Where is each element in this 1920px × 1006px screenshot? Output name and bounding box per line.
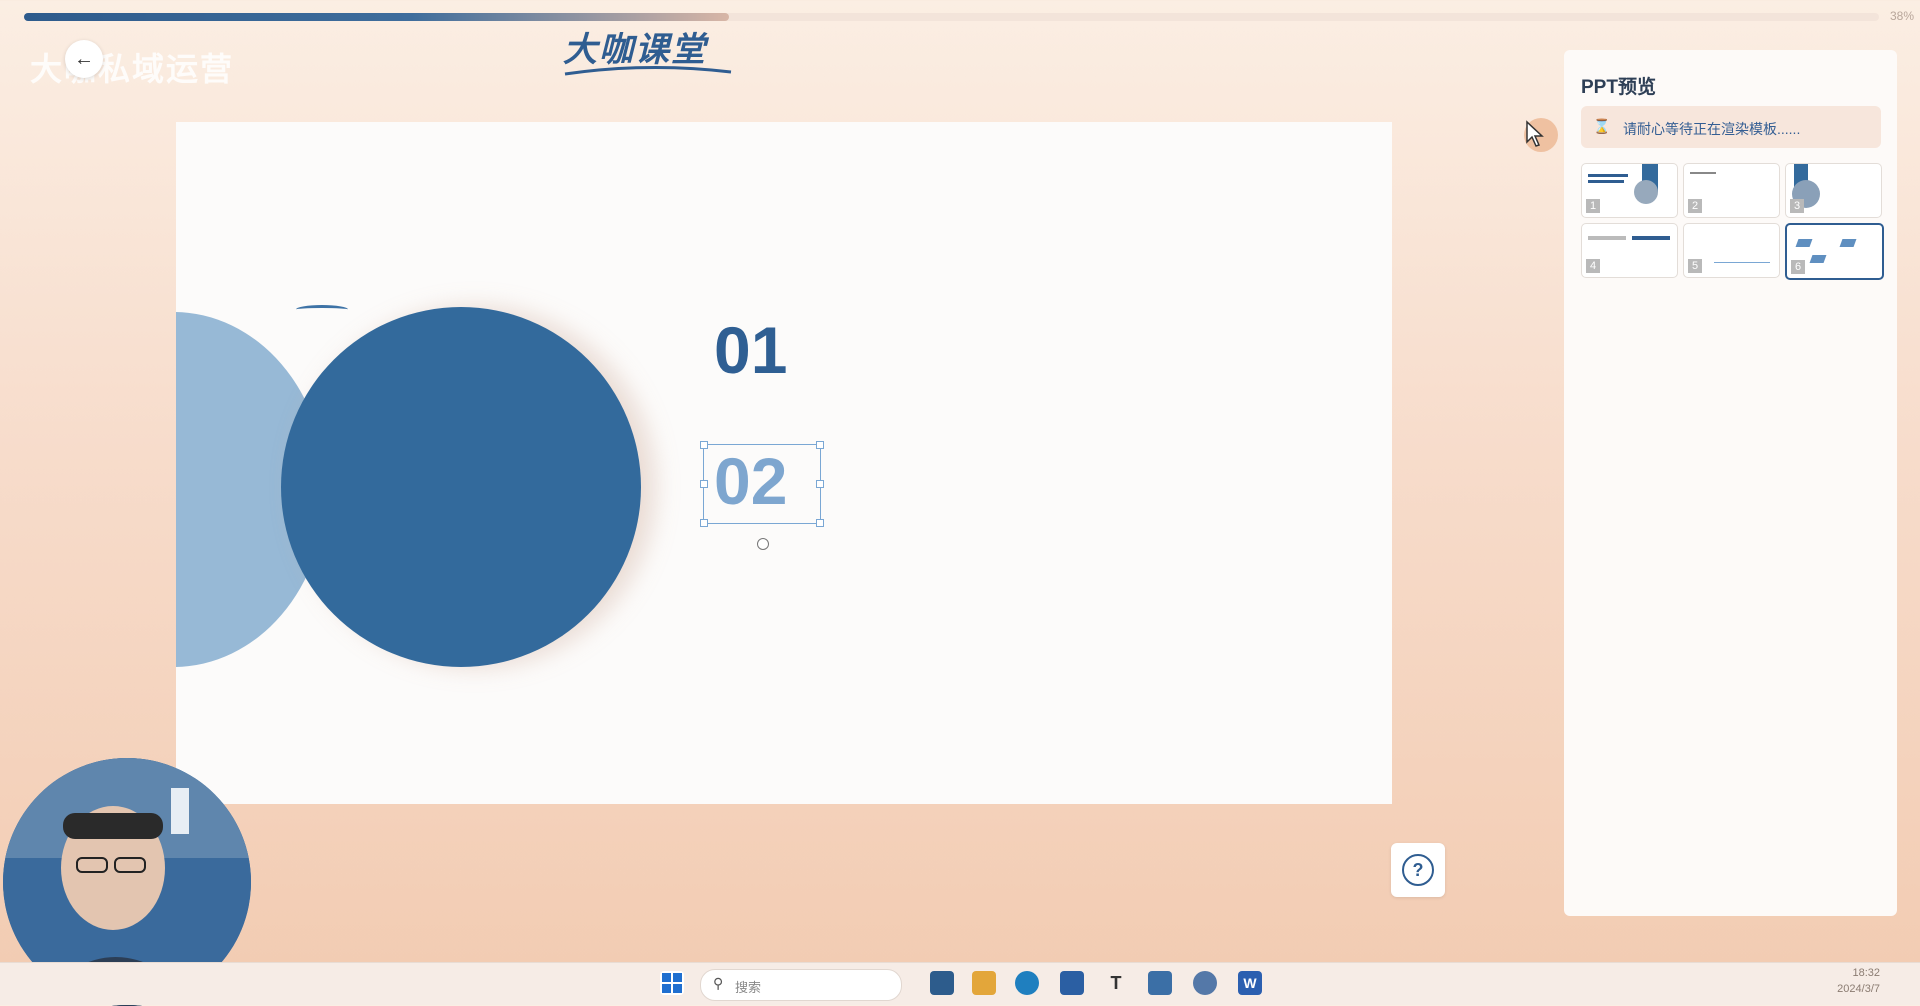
hourglass-icon: ⌛ [1593,118,1611,134]
thumbnail-number: 2 [1688,199,1702,213]
resize-handle[interactable] [816,480,824,488]
resize-handle[interactable] [816,519,824,527]
decorative-arc [296,305,348,314]
slide-canvas[interactable]: 01 02 [176,122,1392,804]
progress-percent: 38% [1889,9,1914,23]
thumbnail-number: 5 [1688,259,1702,273]
loading-progress-fill [24,13,729,21]
thumbnail-number: 1 [1586,199,1600,213]
slide-number-02[interactable]: 02 [714,443,787,519]
clock-time: 18:32 [1852,967,1880,979]
slide-thumbnail[interactable]: 2 [1683,163,1780,218]
thumbnail-number: 4 [1586,259,1600,273]
system-clock[interactable]: 18:32 2024/3/7 [1800,965,1880,997]
slide-thumbnail-active[interactable]: 6 [1785,223,1884,280]
slide-thumbnail[interactable]: 3 [1785,163,1882,218]
resize-handle[interactable] [700,480,708,488]
rendering-notice: ⌛ 请耐心等待正在渲染模板...... [1581,106,1881,148]
dark-blue-circle[interactable] [281,307,641,667]
taskbar-search[interactable]: ⚲ 搜索 [700,969,902,1001]
ppt-preview-panel: PPT预览 ⌛ 请耐心等待正在渲染模板...... 1 2 3 4 5 6 [1564,50,1897,916]
windows-icon [662,973,682,993]
mouse-pointer-icon [1526,120,1544,147]
brand-swoosh-icon [564,65,732,76]
file-explorer-icon[interactable] [972,971,996,995]
typora-icon[interactable]: T [1104,971,1128,995]
clock-date: 2024/3/7 [1837,983,1880,995]
rendering-text: 请耐心等待正在渲染模板...... [1623,121,1801,137]
panel-title: PPT预览 [1581,77,1656,98]
slide-thumbnail[interactable]: 1 [1581,163,1678,218]
slide-thumbnail[interactable]: 5 [1683,223,1780,278]
rotate-handle-icon[interactable] [757,538,769,550]
chrome-icon[interactable] [1193,971,1217,995]
arrow-left-icon: ← [74,47,94,70]
edge-browser-icon[interactable] [1015,971,1039,995]
slide-thumbnail[interactable]: 4 [1581,223,1678,278]
brand-logo: 大咖课堂 [563,22,733,78]
search-icon: ⚲ [713,975,724,991]
slide-number-01[interactable]: 01 [714,312,787,388]
resize-handle[interactable] [816,441,824,449]
search-placeholder: 搜索 [735,980,762,995]
resize-handle[interactable] [700,519,708,527]
back-button[interactable]: ← [65,40,103,78]
taskview-icon[interactable] [930,971,954,995]
store-icon[interactable] [1060,971,1084,995]
resize-handle[interactable] [700,441,708,449]
help-button[interactable]: ? [1391,843,1445,897]
app-title: 大咖私域运营 [30,51,235,87]
selected-textbox[interactable]: 02 [700,441,824,527]
word-icon[interactable]: W [1238,971,1262,995]
question-mark-icon: ? [1402,854,1434,886]
thumbnail-number: 6 [1791,260,1805,274]
os-taskbar: ⚲ 搜索 T W 18:32 2024/3/7 [0,962,1920,1005]
start-button[interactable] [660,971,684,995]
thumbnail-number: 3 [1790,199,1804,213]
loading-progress-bar [24,13,1879,21]
notepad-icon[interactable] [1148,971,1172,995]
